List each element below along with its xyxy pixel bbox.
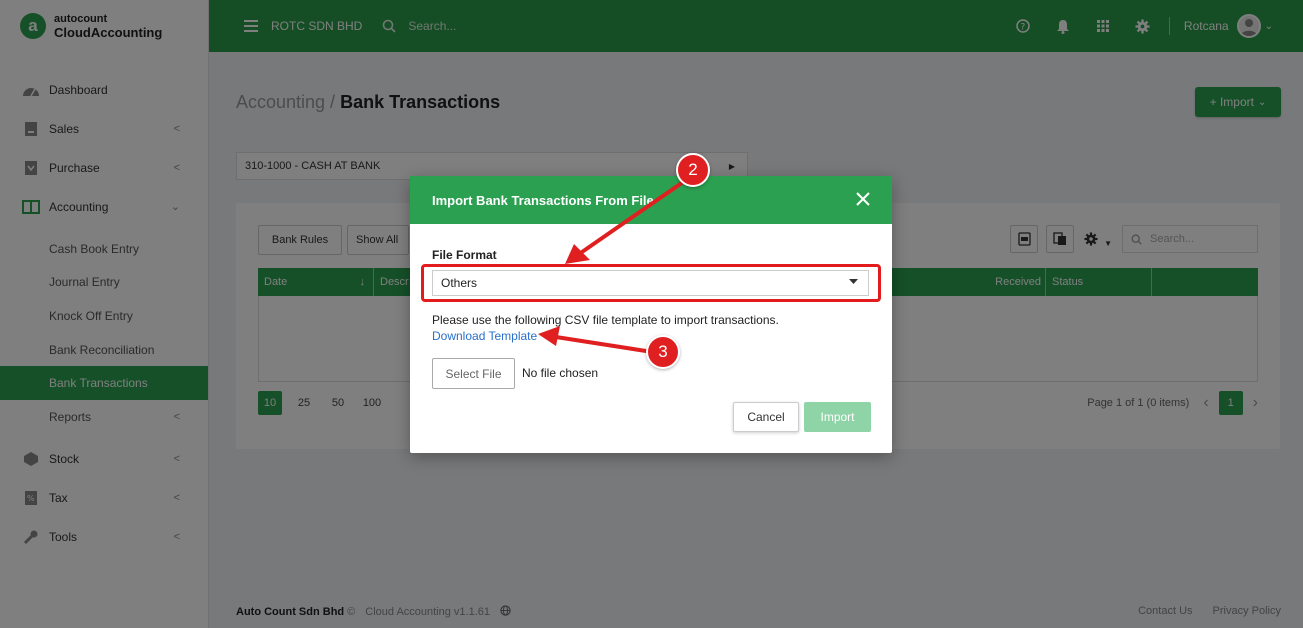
highlight-box: Others	[421, 264, 881, 302]
modal-header: Import Bank Transactions From File	[410, 176, 892, 224]
caret-down-icon	[849, 279, 858, 284]
file-format-value: Others	[441, 276, 478, 290]
cancel-button[interactable]: Cancel	[733, 402, 799, 432]
annotation-badge-3: 3	[646, 335, 680, 369]
annotation-badge-2: 2	[676, 153, 710, 187]
help-text: Please use the following CSV file templa…	[432, 313, 779, 327]
file-format-select[interactable]: Others	[432, 270, 869, 296]
file-format-label: File Format	[432, 248, 497, 262]
close-icon[interactable]	[854, 190, 872, 208]
modal-title: Import Bank Transactions From File	[432, 192, 654, 208]
import-button[interactable]: Import	[804, 402, 871, 432]
download-template-link[interactable]: Download Template	[432, 329, 537, 343]
select-file-button[interactable]: Select File	[432, 358, 515, 389]
no-file-text: No file chosen	[522, 366, 599, 380]
import-modal: Import Bank Transactions From File File …	[410, 176, 892, 453]
